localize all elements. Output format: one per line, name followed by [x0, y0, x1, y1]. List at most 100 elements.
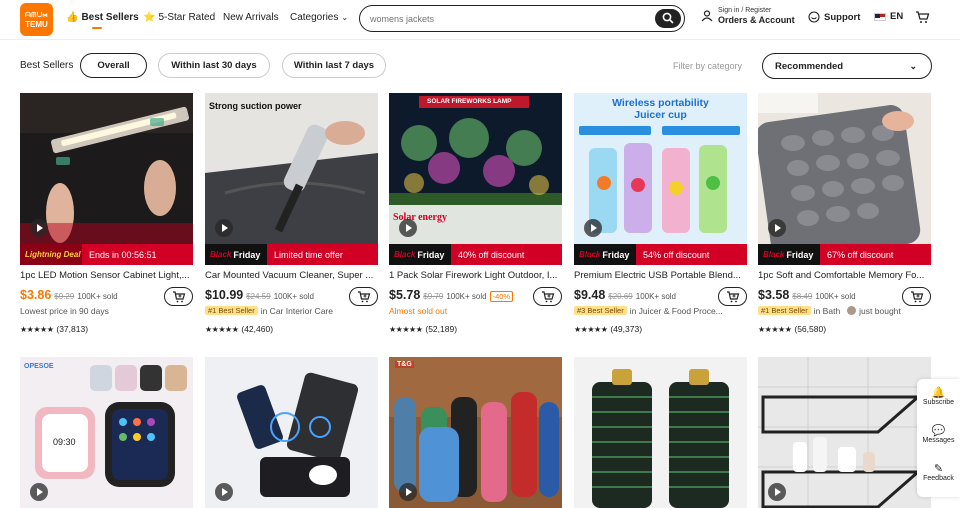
original-price: $20.69 [608, 292, 633, 301]
temu-logo[interactable]: ᗩᗰᑌ⋈ TEMU [20, 3, 53, 36]
product-card-row2[interactable]: T&G [389, 357, 562, 508]
original-price: $24.59 [246, 292, 271, 301]
search-icon [662, 12, 674, 24]
star-rating-icon: ★★★★★ [20, 324, 54, 334]
black-text: Black [579, 250, 601, 259]
video-play-icon[interactable] [399, 219, 417, 237]
product-image[interactable]: SOLAR FIREWORKS LAMP Solar energy Black F… [389, 93, 562, 265]
filter-last-30-days[interactable]: Within last 30 days [158, 53, 270, 78]
friday-text: Friday [786, 249, 814, 260]
cart-button[interactable] [915, 10, 930, 24]
best-seller-category[interactable]: in Bath [814, 306, 840, 316]
add-to-cart-button[interactable] [349, 287, 378, 306]
review-count: (42,460) [241, 324, 274, 334]
review-count: (56,580) [794, 324, 827, 334]
search-button[interactable] [655, 8, 681, 28]
sold-count: 100K+ sold [815, 292, 856, 301]
brand-caption: T&G [395, 361, 414, 368]
chat-bubble-icon: 💬 [931, 425, 946, 437]
support-link[interactable]: Support [808, 11, 860, 23]
product-price: $10.99 [205, 288, 244, 302]
product-image[interactable]: Black Friday 67% off discount [758, 93, 931, 265]
filter-overall[interactable]: Overall [80, 53, 147, 78]
black-friday-label: Black Friday [389, 244, 451, 265]
star-rating-icon: ★★★★★ [574, 324, 608, 334]
product-image[interactable]: Wireless portability Juicer cup Black Fri… [574, 93, 747, 265]
support-smile-icon [808, 11, 820, 23]
sort-dropdown[interactable]: Recommended ⌄ [762, 53, 932, 79]
product-price: $3.58 [758, 288, 790, 302]
product-card[interactable]: Wireless portability Juicer cup Black Fri… [574, 93, 747, 343]
product-image[interactable]: Strong suction power Black Friday Limited… [205, 93, 378, 265]
product-title[interactable]: 1pc LED Motion Sensor Cabinet Light,... [20, 270, 193, 281]
best-seller-category[interactable]: in Juicer & Food Proce... [630, 306, 723, 316]
product-card[interactable]: Lightning Deal Ends in 00:56:51 1pc LED … [20, 93, 193, 343]
product-image[interactable]: Lightning Deal Ends in 00:56:51 [20, 93, 193, 265]
buyer-avatar [847, 306, 857, 315]
video-play-icon[interactable] [215, 219, 233, 237]
nav-five-star-rated[interactable]: ⭐ 5-Star Rated [143, 12, 215, 23]
language-selector[interactable]: EN [874, 11, 903, 22]
sold-count: 100K+ sold [446, 292, 487, 301]
best-seller-badge: #1 Best Seller [205, 306, 258, 315]
add-cart-icon [910, 290, 923, 302]
product-card[interactable]: SOLAR FIREWORKS LAMP Solar energy Black F… [389, 93, 562, 343]
deal-banner: Black Friday 67% off discount [758, 244, 931, 265]
nav-new-arrivals[interactable]: New Arrivals [223, 12, 279, 23]
deal-banner: Lightning Deal Ends in 00:56:51 [20, 244, 193, 265]
video-play-icon[interactable] [30, 483, 48, 501]
feedback-edit-icon: ✎ [933, 463, 944, 475]
original-price: $8.49 [792, 292, 813, 301]
product-card-row2[interactable] [205, 357, 378, 508]
product-title[interactable]: Premium Electric USB Portable Blend... [574, 270, 747, 281]
product-card[interactable]: Strong suction power Black Friday Limited… [205, 93, 378, 343]
video-play-icon[interactable] [768, 219, 786, 237]
video-play-icon[interactable] [215, 483, 233, 501]
image-headline: Strong suction power [209, 101, 302, 111]
friday-text: Friday [417, 249, 445, 260]
discount-badge: -40% [489, 291, 514, 302]
star-rating-icon: ★★★★★ [758, 324, 792, 334]
expandable-garden-hose-image [574, 357, 747, 508]
just-bought-note: just bought [859, 305, 901, 316]
brand-caption: OPESOE [24, 363, 54, 370]
search-bar[interactable] [359, 5, 685, 32]
add-to-cart-button[interactable] [902, 287, 931, 306]
nav-label: Best Sellers [81, 12, 139, 23]
product-extra-info: #1 Best Seller in Bath just bought [758, 305, 931, 316]
product-card-row2[interactable] [574, 357, 747, 508]
product-title[interactable]: 1 Pack Solar Firework Light Outdoor, I..… [389, 270, 562, 281]
best-seller-category[interactable]: in Car Interior Care [261, 306, 333, 316]
nav-best-sellers[interactable]: 👍 Best Sellers [66, 12, 139, 23]
product-price: $5.78 [389, 288, 421, 302]
product-title[interactable]: 1pc Soft and Comfortable Memory Fo... [758, 270, 931, 281]
product-rating: ★★★★★ (42,460) [205, 324, 273, 334]
watch-time: 09:30 [53, 437, 76, 447]
video-play-icon[interactable] [584, 219, 602, 237]
product-card[interactable]: Black Friday 67% off discount 1pc Soft an… [758, 93, 931, 343]
messages-button[interactable]: 💬 Messages [917, 424, 960, 444]
product-rating: ★★★★★ (49,373) [574, 324, 642, 334]
add-to-cart-button[interactable] [533, 287, 562, 306]
review-count: (52,189) [425, 324, 458, 334]
filter-by-category[interactable]: Filter by category [673, 61, 742, 71]
review-count: (37,813) [56, 324, 89, 334]
product-card-row2[interactable] [758, 357, 931, 508]
add-to-cart-button[interactable] [718, 287, 747, 306]
account-menu[interactable]: Sign in / Register Orders & Account [701, 7, 795, 25]
sort-value: Recommended [775, 60, 844, 72]
nav-categories[interactable]: Categories ⌄ [290, 12, 348, 23]
filter-last-7-days[interactable]: Within last 7 days [282, 53, 386, 78]
video-play-icon[interactable] [399, 483, 417, 501]
feedback-button[interactable]: ✎ Feedback [917, 462, 960, 482]
product-card-row2[interactable]: OPESOE 09:30 [20, 357, 193, 508]
add-to-cart-button[interactable] [164, 287, 193, 306]
video-play-icon[interactable] [768, 483, 786, 501]
subscribe-button[interactable]: 🔔 Subscribe [917, 386, 960, 406]
star-rating-icon: ★★★★★ [389, 324, 423, 334]
product-title[interactable]: Car Mounted Vacuum Cleaner, Super ... [205, 270, 378, 281]
nav-label: New Arrivals [223, 12, 279, 23]
nav-label: 5-Star Rated [158, 12, 216, 23]
video-play-icon[interactable] [30, 219, 48, 237]
search-input[interactable] [370, 11, 650, 26]
